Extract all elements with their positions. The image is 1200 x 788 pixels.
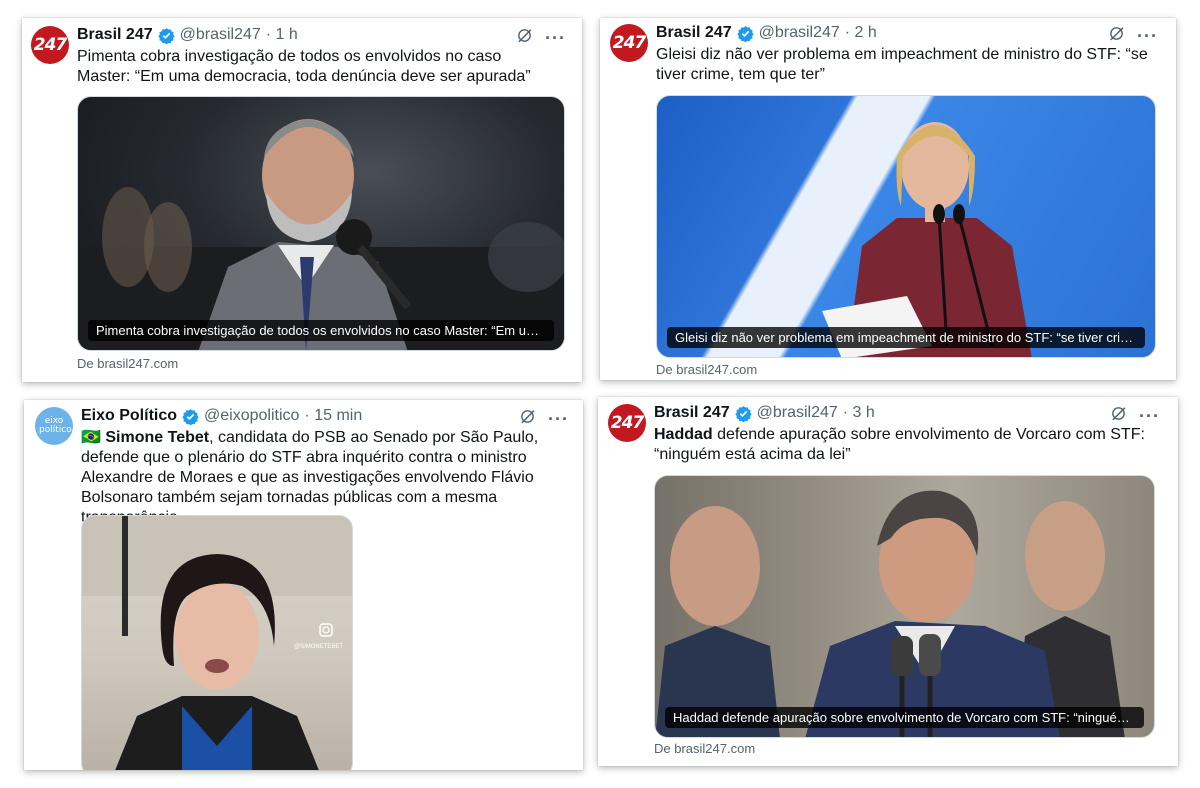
author-name[interactable]: Brasil 247 [77, 26, 153, 44]
brazil-flag-icon: 🇧🇷 [81, 429, 101, 446]
link-source[interactable]: De brasil247.com [656, 362, 757, 377]
tweet-actions: ··· [516, 27, 566, 49]
post-time: · 15 min [304, 407, 363, 424]
mentioned-name: Haddad [654, 426, 713, 443]
more-options-icon[interactable]: ··· [548, 410, 569, 428]
more-options-icon[interactable]: ··· [1137, 27, 1158, 45]
tweet-header: Eixo Político @eixopolitico · 15 min [81, 407, 362, 425]
speaker-photo-illustration [655, 476, 1154, 737]
post-time: · 2 h [844, 24, 877, 41]
tweet-card-gleisi[interactable]: 247 Brasil 247 @brasil247 · 2 h ··· Glei… [600, 18, 1176, 380]
author-handle[interactable]: @brasil247 [757, 404, 838, 422]
verified-badge-icon [157, 27, 175, 44]
tweet-media-photo[interactable]: Gleisi diz não ver problema em impeachme… [656, 95, 1156, 358]
verified-badge-icon [182, 408, 199, 425]
tweet-body: defende apuração sobre envolvimento de V… [654, 426, 1145, 463]
avatar-logo-text: eixo político [39, 416, 72, 435]
tweet-card-haddad[interactable]: 247 Brasil 247 @brasil247 · 3 h ··· Hadd… [598, 397, 1178, 766]
tweet-actions: ··· [519, 408, 569, 430]
speaker-photo-illustration [822, 122, 1032, 357]
author-name[interactable]: Brasil 247 [654, 404, 730, 422]
tweet-card-tebet[interactable]: eixo político Eixo Político @eixopolitic… [24, 400, 583, 770]
tweet-header: Brasil 247 @brasil247 · 1 h [77, 26, 298, 44]
post-time: · 1 h [265, 26, 298, 43]
author-handle[interactable]: @brasil247 [180, 26, 261, 44]
brasil247-avatar[interactable]: 247 [610, 24, 648, 62]
author-handle[interactable]: @brasil247 [759, 24, 840, 42]
author-name[interactable]: Brasil 247 [656, 24, 732, 42]
tweet-media-photo[interactable]: Pimenta cobra investigação de todos os e… [77, 96, 565, 351]
tweet-card-pimenta[interactable]: 247 Brasil 247 @brasil247 · 1 h ··· Pime… [22, 18, 582, 382]
tweet-text: Haddad defende apuração sobre envolvimen… [654, 425, 1154, 465]
tweet-actions: ··· [1110, 405, 1160, 427]
tweet-text: Gleisi diz não ver problema em impeachme… [656, 46, 1148, 83]
media-caption: Gleisi diz não ver problema em impeachme… [667, 327, 1145, 348]
grok-icon[interactable] [1108, 25, 1125, 47]
tweet-text: Pimenta cobra investigação de todos os e… [77, 48, 531, 85]
grok-icon[interactable] [519, 408, 536, 430]
verified-badge-icon [734, 405, 752, 422]
speaker-photo-illustration [78, 119, 564, 350]
media-caption: Pimenta cobra investigação de todos os e… [88, 320, 554, 341]
author-handle[interactable]: @eixopolitico [204, 407, 299, 425]
more-options-icon[interactable]: ··· [1139, 407, 1160, 425]
tweet-header: Brasil 247 @brasil247 · 3 h [654, 404, 875, 422]
speaker-photo-illustration [82, 516, 352, 770]
media-caption: Haddad defende apuração sobre envolvimen… [665, 707, 1144, 728]
brasil247-avatar[interactable]: 247 [31, 26, 69, 64]
grok-icon[interactable] [516, 27, 533, 49]
author-name[interactable]: Eixo Político [81, 407, 177, 425]
link-source[interactable]: De brasil247.com [654, 741, 755, 756]
tweet-actions: ··· [1108, 25, 1158, 47]
brasil247-avatar[interactable]: 247 [608, 404, 646, 442]
tweet-media-video[interactable]: @SIMONETEBET [81, 515, 353, 770]
more-options-icon[interactable]: ··· [545, 29, 566, 47]
mentioned-name: Simone Tebet [105, 429, 210, 446]
grok-icon[interactable] [1110, 405, 1127, 427]
verified-badge-icon [736, 25, 754, 42]
tweet-text: 🇧🇷 Simone Tebet, candidata do PSB ao Sen… [81, 428, 576, 528]
post-time: · 3 h [842, 404, 875, 421]
tweet-media-photo[interactable]: Haddad defende apuração sobre envolvimen… [654, 475, 1155, 738]
link-source[interactable]: De brasil247.com [77, 356, 178, 371]
tweet-header: Brasil 247 @brasil247 · 2 h [656, 24, 877, 42]
eixo-politico-avatar[interactable]: eixo político [35, 407, 73, 445]
media-watermark: @SIMONETEBET [294, 644, 344, 650]
